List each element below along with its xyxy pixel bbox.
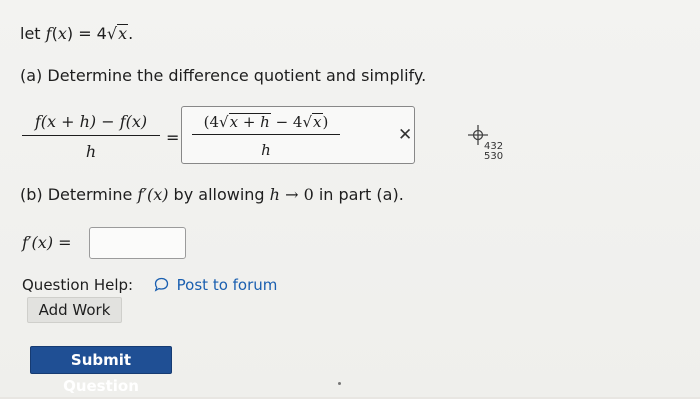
answer-radicand-1: x + h [228,113,271,131]
difference-quotient-denominator: h [85,142,97,161]
question-help-label: Question Help: [22,276,134,294]
limit-variable: h [269,185,280,204]
problem-prefix: let [20,24,46,43]
answer-numerator: (4√x + h − 4√x) [192,113,340,135]
fprime-answer-field[interactable] [89,227,186,259]
cursor-coordinate-readout: 432 530 [484,142,503,162]
fprime-label: f′(x) = [22,233,72,252]
answer-coef-1: 4 [209,113,220,131]
part-b-prompt: (b) Determine f′(x) by allowing h → 0 in… [20,185,404,204]
answer-denominator: h [261,141,271,159]
post-to-forum-link[interactable]: Post to forum [177,276,278,294]
answer-radicand-2: x [312,113,323,131]
add-work-button[interactable]: Add Work [27,297,122,323]
problem-statement: let f(x) = 4√x. [20,24,134,43]
part-a-prompt: (a) Determine the difference quotient an… [20,66,427,85]
difference-quotient: f(x + h) − f(x) h [22,112,160,161]
difference-quotient-numerator: f(x + h) − f(x) [22,112,160,136]
answer-expression: (4√x + h − 4√x) h [192,113,340,159]
function-coefficient: ) = 4 [66,24,107,43]
incorrect-mark-icon: ✕ [398,125,413,145]
chat-bubble-icon[interactable] [154,277,169,292]
submit-question-button[interactable]: Submit Question [30,346,172,395]
function-variable: x [57,24,67,43]
function-radicand: x [117,24,129,43]
limit-arrow: → 0 [279,185,314,204]
difference-quotient-answer-field[interactable]: (4√x + h − 4√x) h ✕ [181,106,415,164]
stray-dot [338,382,341,385]
equals-sign: = [166,128,180,147]
problem-period: . [128,24,134,43]
question-help: Question Help: Post to forum [22,276,277,294]
fprime-expression: f′(x) [137,185,169,204]
question-page: let f(x) = 4√x. (a) Determine the differ… [0,0,700,397]
answer-minus-term: − 4 [270,113,303,131]
cursor-y: 530 [484,151,504,162]
